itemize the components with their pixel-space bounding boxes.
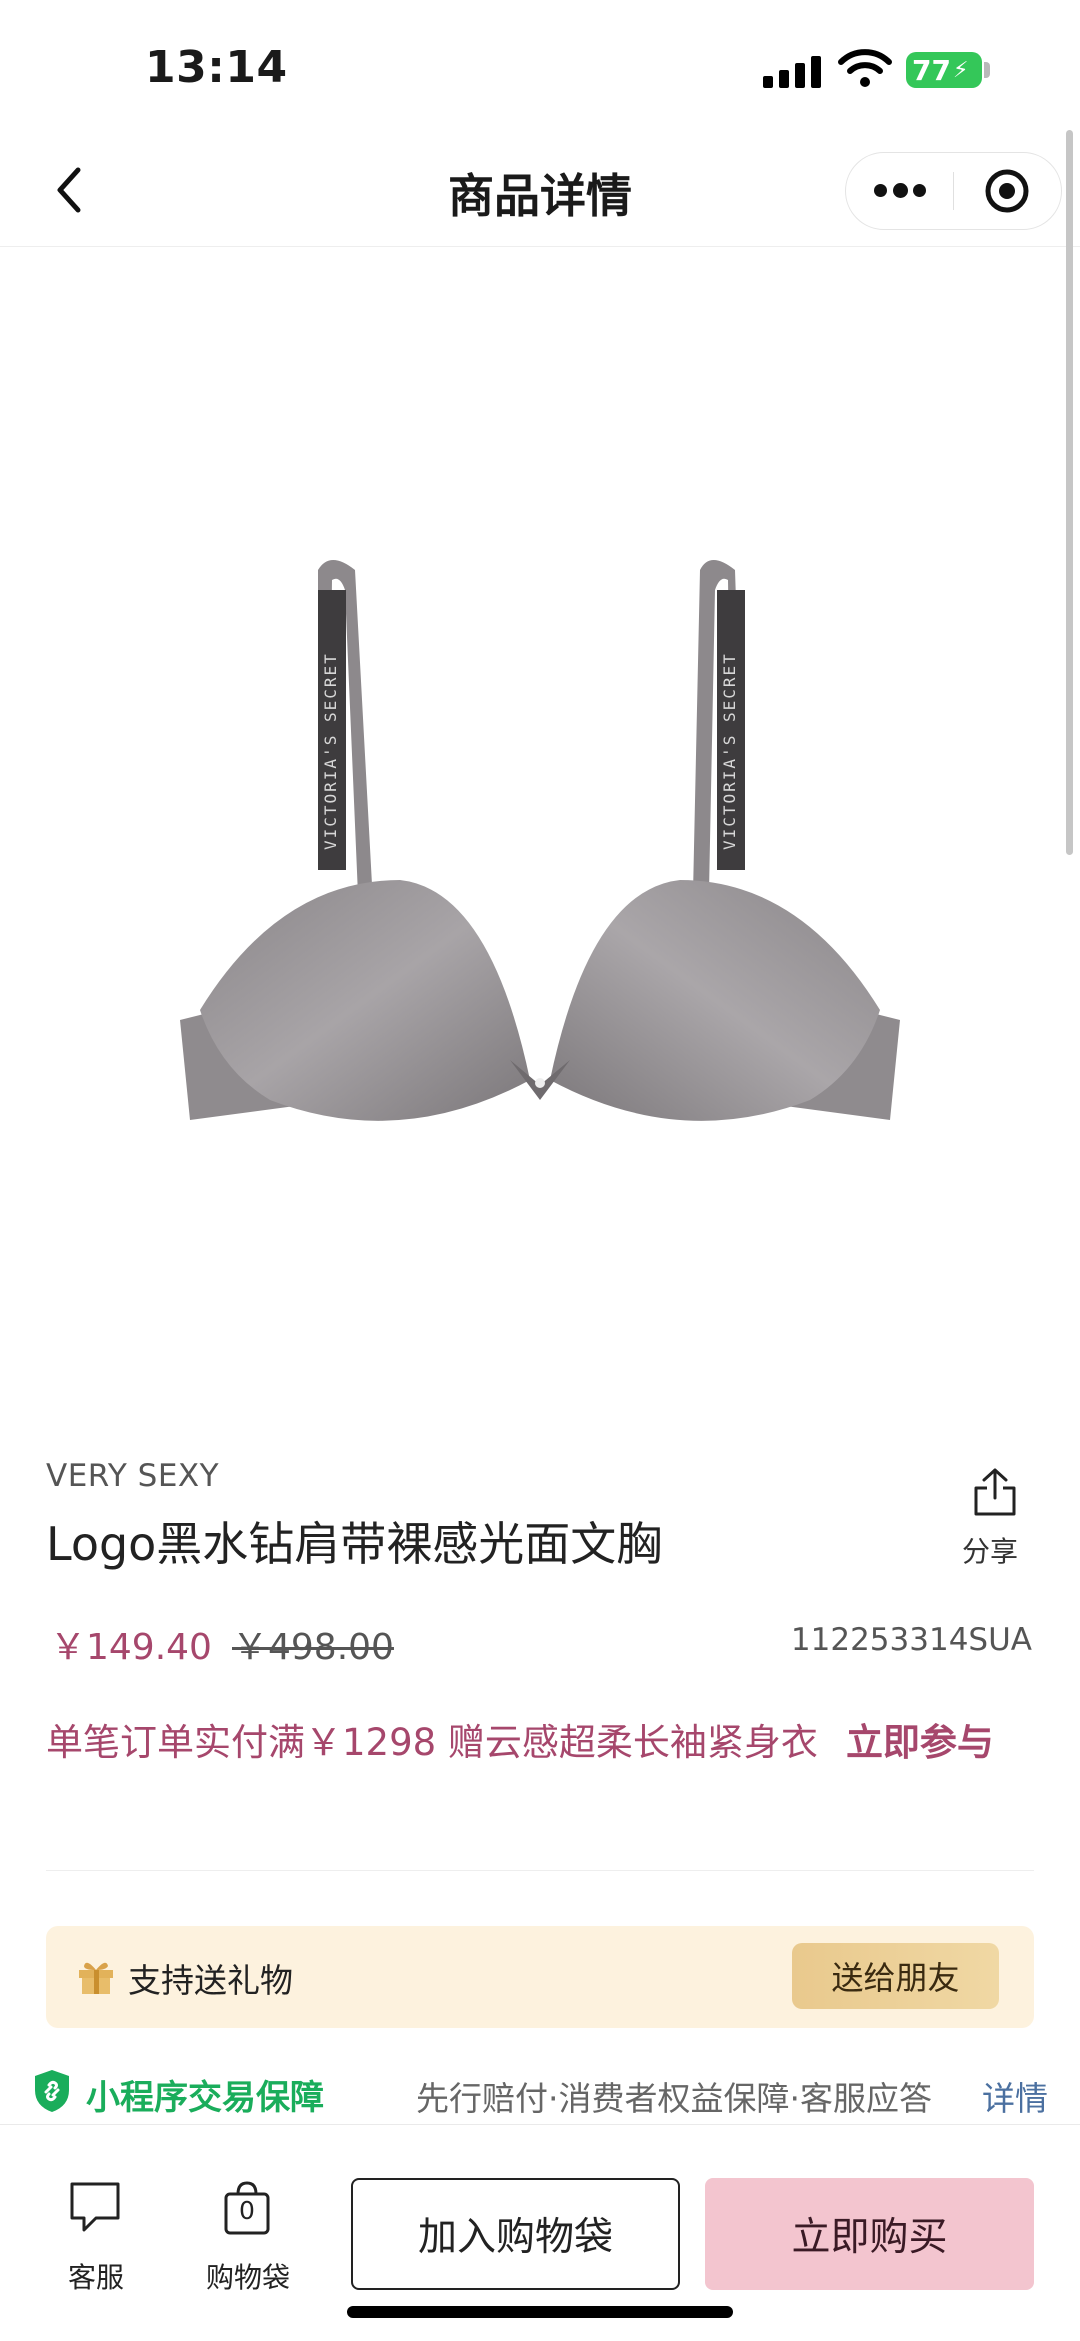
- promo-cta[interactable]: 立即参与: [846, 1721, 994, 1764]
- battery-tip: [984, 62, 990, 78]
- battery-indicator: 77 ⚡: [906, 52, 982, 88]
- share-icon[interactable]: [970, 1466, 1020, 1518]
- promo-text: 单笔订单实付满￥1298 赠云感超柔长袖紧身衣: [46, 1721, 818, 1764]
- product-name: Logo黑水钻肩带裸感光面文胸: [46, 1517, 663, 1571]
- customer-service-label[interactable]: 客服: [48, 2256, 144, 2296]
- strap-print: VICTORIA'S SECRET VICTORIA'S SECRET: [321, 652, 739, 850]
- send-gift-button[interactable]: 送给朋友: [792, 1943, 999, 2009]
- product-image[interactable]: VICTORIA'S SECRET VICTORIA'S SECRET: [160, 540, 920, 1240]
- chat-icon[interactable]: [68, 2180, 122, 2234]
- charging-icon: ⚡: [952, 57, 969, 83]
- guarantee-detail-link[interactable]: 详情: [982, 2072, 1048, 2120]
- buy-now-button[interactable]: 立即购买: [705, 2178, 1034, 2290]
- target-icon[interactable]: [984, 168, 1030, 214]
- status-time: 13:14: [145, 42, 288, 93]
- gift-icon: [79, 1962, 113, 1994]
- bag-count: 0: [239, 2196, 255, 2225]
- product-sku: 112253314SUA: [790, 1622, 1032, 1658]
- bottom-bar-divider: [0, 2124, 1080, 2125]
- nav-divider: [0, 246, 1080, 247]
- guarantee-label: 小程序交易保障: [86, 2078, 324, 2118]
- battery-level: 77: [912, 53, 951, 87]
- share-label[interactable]: 分享: [950, 1530, 1030, 1570]
- guarantee-description: 先行赔付·消费者权益保障·客服应答: [416, 2079, 932, 2118]
- gift-label: 支持送礼物: [128, 1961, 293, 2000]
- sale-price: ￥149.40: [50, 1627, 212, 1668]
- svg-text:VICTORIA'S SECRET: VICTORIA'S SECRET: [321, 652, 340, 850]
- signal-icon: [763, 52, 821, 88]
- wifi-icon: [838, 49, 892, 87]
- more-icon[interactable]: [872, 180, 928, 202]
- capsule-divider: [953, 172, 954, 210]
- product-brand: VERY SEXY: [46, 1458, 220, 1494]
- promo-banner[interactable]: 单笔订单实付满￥1298 赠云感超柔长袖紧身衣 立即参与: [46, 1716, 1036, 1770]
- original-price: ￥498.00: [232, 1627, 394, 1668]
- svg-text:VICTORIA'S SECRET: VICTORIA'S SECRET: [720, 652, 739, 850]
- shield-icon: [35, 2070, 69, 2112]
- shopping-bag-label[interactable]: 购物袋: [198, 2256, 298, 2296]
- home-indicator[interactable]: [347, 2306, 733, 2318]
- scrollbar[interactable]: [1066, 130, 1073, 855]
- add-to-bag-button[interactable]: 加入购物袋: [351, 2178, 680, 2290]
- section-divider: [46, 1870, 1034, 1871]
